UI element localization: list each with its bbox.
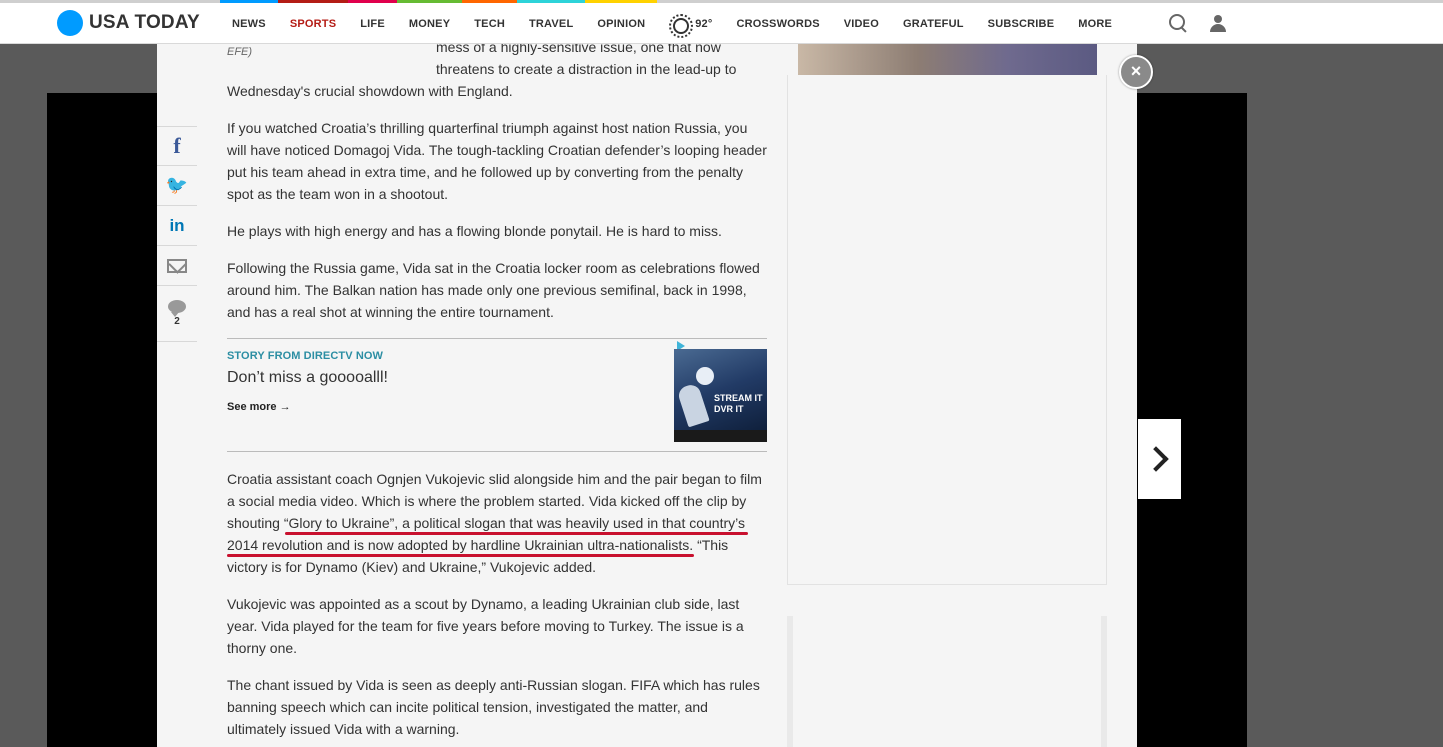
paragraph: Vukojevic was appointed as a scout by Dy… [227, 596, 744, 656]
comment-count: 2 [174, 316, 180, 327]
facebook-icon: f [173, 133, 181, 158]
nav-label: NEWS [232, 17, 266, 30]
nav-travel[interactable]: TRAVEL [516, 0, 586, 44]
nav-crosswords[interactable]: CROSSWORDS [724, 3, 831, 44]
nav-label: SPORTS [289, 17, 337, 30]
sidebar-image[interactable] [798, 44, 1097, 75]
weather-sun-icon [669, 13, 694, 38]
nav-label: LIFE [360, 17, 385, 30]
soccer-ball-shape [696, 367, 714, 385]
logo-text: USA TODAY [89, 12, 200, 33]
player-shape [676, 382, 710, 428]
promo-see-more-link[interactable]: See more → [227, 401, 291, 413]
promo-sponsor-label: STORY FROM DIRECTV NOW [227, 350, 384, 362]
nav-label: MORE [1078, 17, 1113, 30]
article-overlay-panel: f 🐦 in 2 EFE) mess of a highly-sensitive… [157, 39, 1137, 747]
nav-color-bar [220, 0, 278, 3]
nav-tech[interactable]: TECH [462, 0, 517, 44]
nav-money[interactable]: MONEY [396, 0, 463, 44]
nav-color-bar [516, 0, 586, 3]
intro-line: threatens to create a distraction in the… [436, 61, 737, 77]
nav-label: SUBSCRIBE [987, 17, 1055, 30]
nav-color-bar [348, 0, 397, 3]
thumbnail-text: DVR IT [714, 404, 744, 414]
weather-temp: 92° [695, 17, 713, 30]
thumbnail-text: STREAM IT [714, 393, 763, 403]
nav-label: TECH [474, 17, 505, 30]
backdrop-left [47, 93, 157, 747]
linkedin-icon: in [169, 215, 185, 235]
next-article-button[interactable] [1138, 419, 1181, 499]
intro-paragraph: mess of a highly-sensitive issue, one th… [227, 36, 767, 102]
usa-today-logo[interactable]: USA TODAY [57, 10, 200, 36]
share-email-button[interactable] [157, 246, 197, 286]
chevron-right-icon [1142, 446, 1169, 472]
nav-grateful[interactable]: GRATEFUL [891, 3, 976, 44]
nav-label: VIDEO [843, 17, 879, 30]
share-facebook-button[interactable]: f [157, 126, 197, 166]
nav-label: MONEY [408, 17, 451, 30]
paragraph: He plays with high energy and has a flow… [227, 223, 722, 239]
main-nav: NEWS SPORTS LIFE MONEY TECH TRAVEL OPINI… [220, 0, 1124, 44]
nav-news[interactable]: NEWS [220, 0, 278, 44]
comments-button[interactable]: 2 [157, 286, 197, 342]
nav-sports[interactable]: SPORTS [277, 0, 349, 44]
nav-label: OPINION [597, 17, 646, 30]
nav-label: CROSSWORDS [736, 17, 820, 30]
nav-color-bar [462, 0, 517, 3]
user-account-icon[interactable] [1209, 15, 1227, 33]
thumbnail-strip [674, 430, 767, 442]
paragraph: Following the Russia game, Vida sat in t… [227, 260, 760, 320]
top-nav-bar: USA TODAY NEWS SPORTS LIFE MONEY TECH TR… [0, 0, 1443, 44]
promo-thumbnail[interactable]: STREAM IT DVR IT [674, 349, 767, 442]
nav-opinion[interactable]: OPINION [585, 0, 658, 44]
sponsored-story-card[interactable]: STORY FROM DIRECTV NOW Don’t miss a gooo… [227, 338, 767, 452]
comment-icon [168, 300, 186, 317]
nav-color-bar [277, 0, 349, 3]
share-linkedin-button[interactable]: in [157, 206, 197, 246]
nav-weather[interactable]: 92° [657, 3, 724, 44]
paragraph: If you watched Croatia’s thrilling quart… [227, 120, 767, 202]
logo-circle-icon [57, 10, 83, 36]
intro-line: Wednesday's crucial showdown with Englan… [227, 83, 513, 99]
nav-label: TRAVEL [528, 17, 574, 30]
red-underline-annotation [227, 554, 694, 557]
share-rail: f 🐦 in 2 [157, 126, 197, 342]
paragraph: Croatia assistant coach Ognjen Vukojevic… [227, 471, 762, 575]
twitter-icon: 🐦 [165, 175, 189, 195]
nav-video[interactable]: VIDEO [832, 3, 891, 44]
close-overlay-button[interactable]: × [1119, 55, 1153, 89]
email-icon [167, 258, 187, 273]
nav-color-bar [585, 0, 658, 3]
share-twitter-button[interactable]: 🐦 [157, 166, 197, 206]
promo-title[interactable]: Don’t miss a gooooalll! [227, 369, 388, 387]
nav-color-bar [396, 0, 463, 3]
nav-life[interactable]: LIFE [348, 0, 397, 44]
paragraph: The chant issued by Vida is seen as deep… [227, 677, 760, 737]
sidebar-ad-slot-2 [787, 616, 1107, 747]
red-underline-annotation [285, 532, 748, 535]
nav-subscribe[interactable]: SUBSCRIBE [976, 3, 1067, 44]
nav-more[interactable]: MORE [1066, 3, 1124, 44]
search-icon[interactable] [1169, 14, 1187, 32]
nav-label: GRATEFUL [902, 17, 964, 30]
sidebar-ad-slot [787, 75, 1107, 585]
